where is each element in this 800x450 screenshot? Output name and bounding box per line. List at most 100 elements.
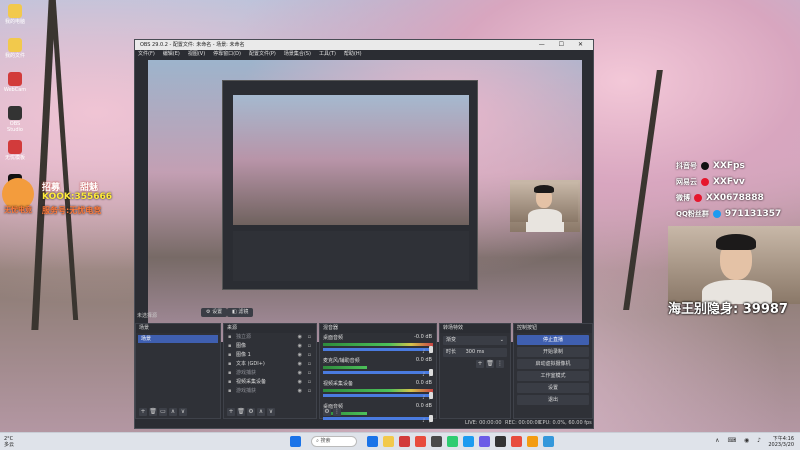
menu-item[interactable]: 帮助(H) <box>344 51 362 57</box>
desktop-icon[interactable]: 我的电脑 <box>2 4 28 34</box>
taskbar-app-icon[interactable] <box>543 436 555 447</box>
eye-icon[interactable]: ◉ <box>298 342 302 351</box>
scene-item[interactable]: 场景 <box>138 335 218 343</box>
volume-slider[interactable] <box>323 392 433 399</box>
dock-tool-button[interactable]: + <box>139 408 147 416</box>
taskbar-app-icon[interactable] <box>399 436 411 447</box>
menu-item[interactable]: 工具(T) <box>319 51 336 57</box>
dock-tool-button[interactable]: ∨ <box>179 408 187 416</box>
taskbar-app-icon[interactable] <box>527 436 539 447</box>
lock-icon[interactable]: ▫ <box>308 387 311 396</box>
taskbar-clock[interactable]: 下午4:16 2023/3/20 <box>768 436 794 448</box>
app-icon <box>8 38 22 52</box>
mixer-dock: 混音器 桌面音频 -0.0 dB ♪ ⋮ 麦克风/辅助音频 0.0 dB ♪ ⋮ 视频采集设… <box>319 323 437 424</box>
obs-title: OBS 29.0.2 - 配置文件: 未命名 - 场景: 未命名 <box>140 42 245 48</box>
transition-select[interactable]: 渐变 ⌄ <box>443 336 507 345</box>
obs-statusbar: LIVE: 00:00:00 REC: 00:00:00 CPU: 0.0%, … <box>135 418 593 428</box>
dock-tool-button[interactable]: ∧ <box>257 408 265 416</box>
source-item[interactable]: 独立源 ◉ ▫ <box>224 333 316 342</box>
obs-window: OBS 29.0.2 - 配置文件: 未命名 - 场景: 未命名 — ☐ ✕ 文… <box>134 39 594 429</box>
source-item[interactable]: 图像 1 ◉ ▫ <box>224 351 316 360</box>
source-item[interactable]: 图像 ◉ ▫ <box>224 342 316 351</box>
taskbar-app-icon[interactable] <box>447 436 459 447</box>
menu-item[interactable]: 编辑(E) <box>163 51 180 57</box>
lock-icon[interactable]: ▫ <box>308 333 311 342</box>
volume-slider[interactable] <box>323 346 433 353</box>
channel-name: 麦克风/辅助音频 <box>323 358 360 364</box>
scenes-toolbar: + 🗑 ▭ ∧ ∨ <box>139 408 217 416</box>
control-button[interactable]: 工作室模式 <box>517 371 589 381</box>
start-icon[interactable] <box>290 436 301 447</box>
stream-info-line: 微博 XX0678888 <box>676 190 781 206</box>
eye-icon[interactable]: ◉ <box>298 351 302 360</box>
control-button[interactable]: 开始录制 <box>517 347 589 357</box>
taskbar-app-icon[interactable] <box>367 436 379 447</box>
source-item[interactable]: 游戏捕获 ◉ ▫ <box>224 369 316 378</box>
taskbar-app-icon[interactable] <box>511 436 523 447</box>
weather-widget[interactable]: 2°C 多云 <box>4 436 14 448</box>
search-placeholder: 搜索 <box>320 438 331 444</box>
lock-icon[interactable]: ▫ <box>308 351 311 360</box>
desktop-icon[interactable]: WebCam <box>2 72 28 102</box>
lock-icon[interactable]: ▫ <box>308 360 311 369</box>
source-item[interactable]: 文本 (GDI+) ◉ ▫ <box>224 360 316 369</box>
handle-text: XXFps <box>713 161 745 171</box>
window-controls[interactable]: — ☐ ✕ <box>539 40 589 50</box>
control-button[interactable]: 停止直播 <box>517 335 589 345</box>
taskbar-app-icon[interactable] <box>415 436 427 447</box>
lock-icon[interactable]: ▫ <box>308 369 311 378</box>
taskbar-search[interactable]: ⌕ 搜索 <box>311 436 358 447</box>
source-item[interactable]: 游戏捕获 ◉ ▫ <box>224 387 316 396</box>
obs-titlebar[interactable]: OBS 29.0.2 - 配置文件: 未命名 - 场景: 未命名 — ☐ ✕ <box>135 40 593 50</box>
speaker-icon[interactable]: ♪ ⋮ <box>422 349 432 355</box>
dock-tool-button[interactable]: + <box>476 360 484 368</box>
dock-tool-button[interactable]: ⚙ <box>247 408 255 416</box>
dock-tool-button[interactable]: 🗑 <box>486 360 494 368</box>
eye-icon[interactable]: ◉ <box>298 360 302 369</box>
desktop-icon[interactable]: 无忧模板 <box>2 140 28 170</box>
control-button[interactable]: 启动虚拟摄像机 <box>517 359 589 369</box>
desktop-icon[interactable]: 我的文件 <box>2 38 28 68</box>
menu-item[interactable]: 场景集合(S) <box>284 51 311 57</box>
desktop-icon[interactable]: OBS Studio <box>2 106 28 136</box>
control-button[interactable]: 退出 <box>517 395 589 405</box>
source-filters-button[interactable]: ◧ 滤镜 <box>227 308 254 317</box>
dock-tool-button[interactable]: ⋮ <box>333 408 341 416</box>
taskbar-app-icon[interactable] <box>383 436 395 447</box>
menu-item[interactable]: 配置文件(P) <box>249 51 276 57</box>
eye-icon[interactable]: ◉ <box>298 378 302 387</box>
dock-tool-button[interactable]: ∨ <box>267 408 275 416</box>
dock-tool-button[interactable]: + <box>227 408 235 416</box>
eye-icon[interactable]: ◉ <box>298 369 302 378</box>
dock-tool-button[interactable]: ⋮ <box>496 360 504 368</box>
taskbar-app-icon[interactable] <box>495 436 507 447</box>
transition-duration[interactable]: 时长 300 ms <box>443 348 507 357</box>
menu-item[interactable]: 视图(V) <box>188 51 205 57</box>
source-name: 视频采集设备 <box>236 379 267 385</box>
control-button[interactable]: 设置 <box>517 383 589 393</box>
lock-icon[interactable]: ▫ <box>308 342 311 351</box>
source-settings-button[interactable]: ⚙ 设置 <box>201 308 228 317</box>
platform-label: 微博 <box>676 194 690 202</box>
dock-tool-button[interactable]: 🗑 <box>237 408 245 416</box>
taskbar-app-icon[interactable] <box>463 436 475 447</box>
eye-icon[interactable]: ◉ <box>298 387 302 396</box>
taskbar-app-icon[interactable] <box>479 436 491 447</box>
dock-tool-button[interactable]: ⚙ <box>323 408 331 416</box>
menu-item[interactable]: 文件(F) <box>138 51 155 57</box>
dock-tool-button[interactable]: ▭ <box>159 408 167 416</box>
menu-item[interactable]: 停靠窗口(D) <box>213 51 241 57</box>
taskbar-app-icon[interactable] <box>431 436 443 447</box>
dock-tool-button[interactable]: ∧ <box>169 408 177 416</box>
speaker-icon[interactable]: ♪ ⋮ <box>422 372 432 378</box>
speaker-icon[interactable]: ♪ ⋮ <box>422 395 432 401</box>
channel-name: 桌面音频 <box>323 335 344 341</box>
lock-icon[interactable]: ▫ <box>308 378 311 387</box>
windows-taskbar: 2°C 多云 ⌕ 搜索 ∧ ⌨ ◉ ♪ 下午4:16 2023/3/20 <box>0 432 800 450</box>
system-tray[interactable]: ∧ ⌨ ◉ ♪ <box>715 437 764 444</box>
dock-tool-button[interactable]: 🗑 <box>149 408 157 416</box>
eye-icon[interactable]: ◉ <box>298 333 302 342</box>
desktop-icon-label: WebCam <box>3 87 27 93</box>
source-item[interactable]: 视频采集设备 ◉ ▫ <box>224 378 316 387</box>
volume-slider[interactable] <box>323 369 433 376</box>
